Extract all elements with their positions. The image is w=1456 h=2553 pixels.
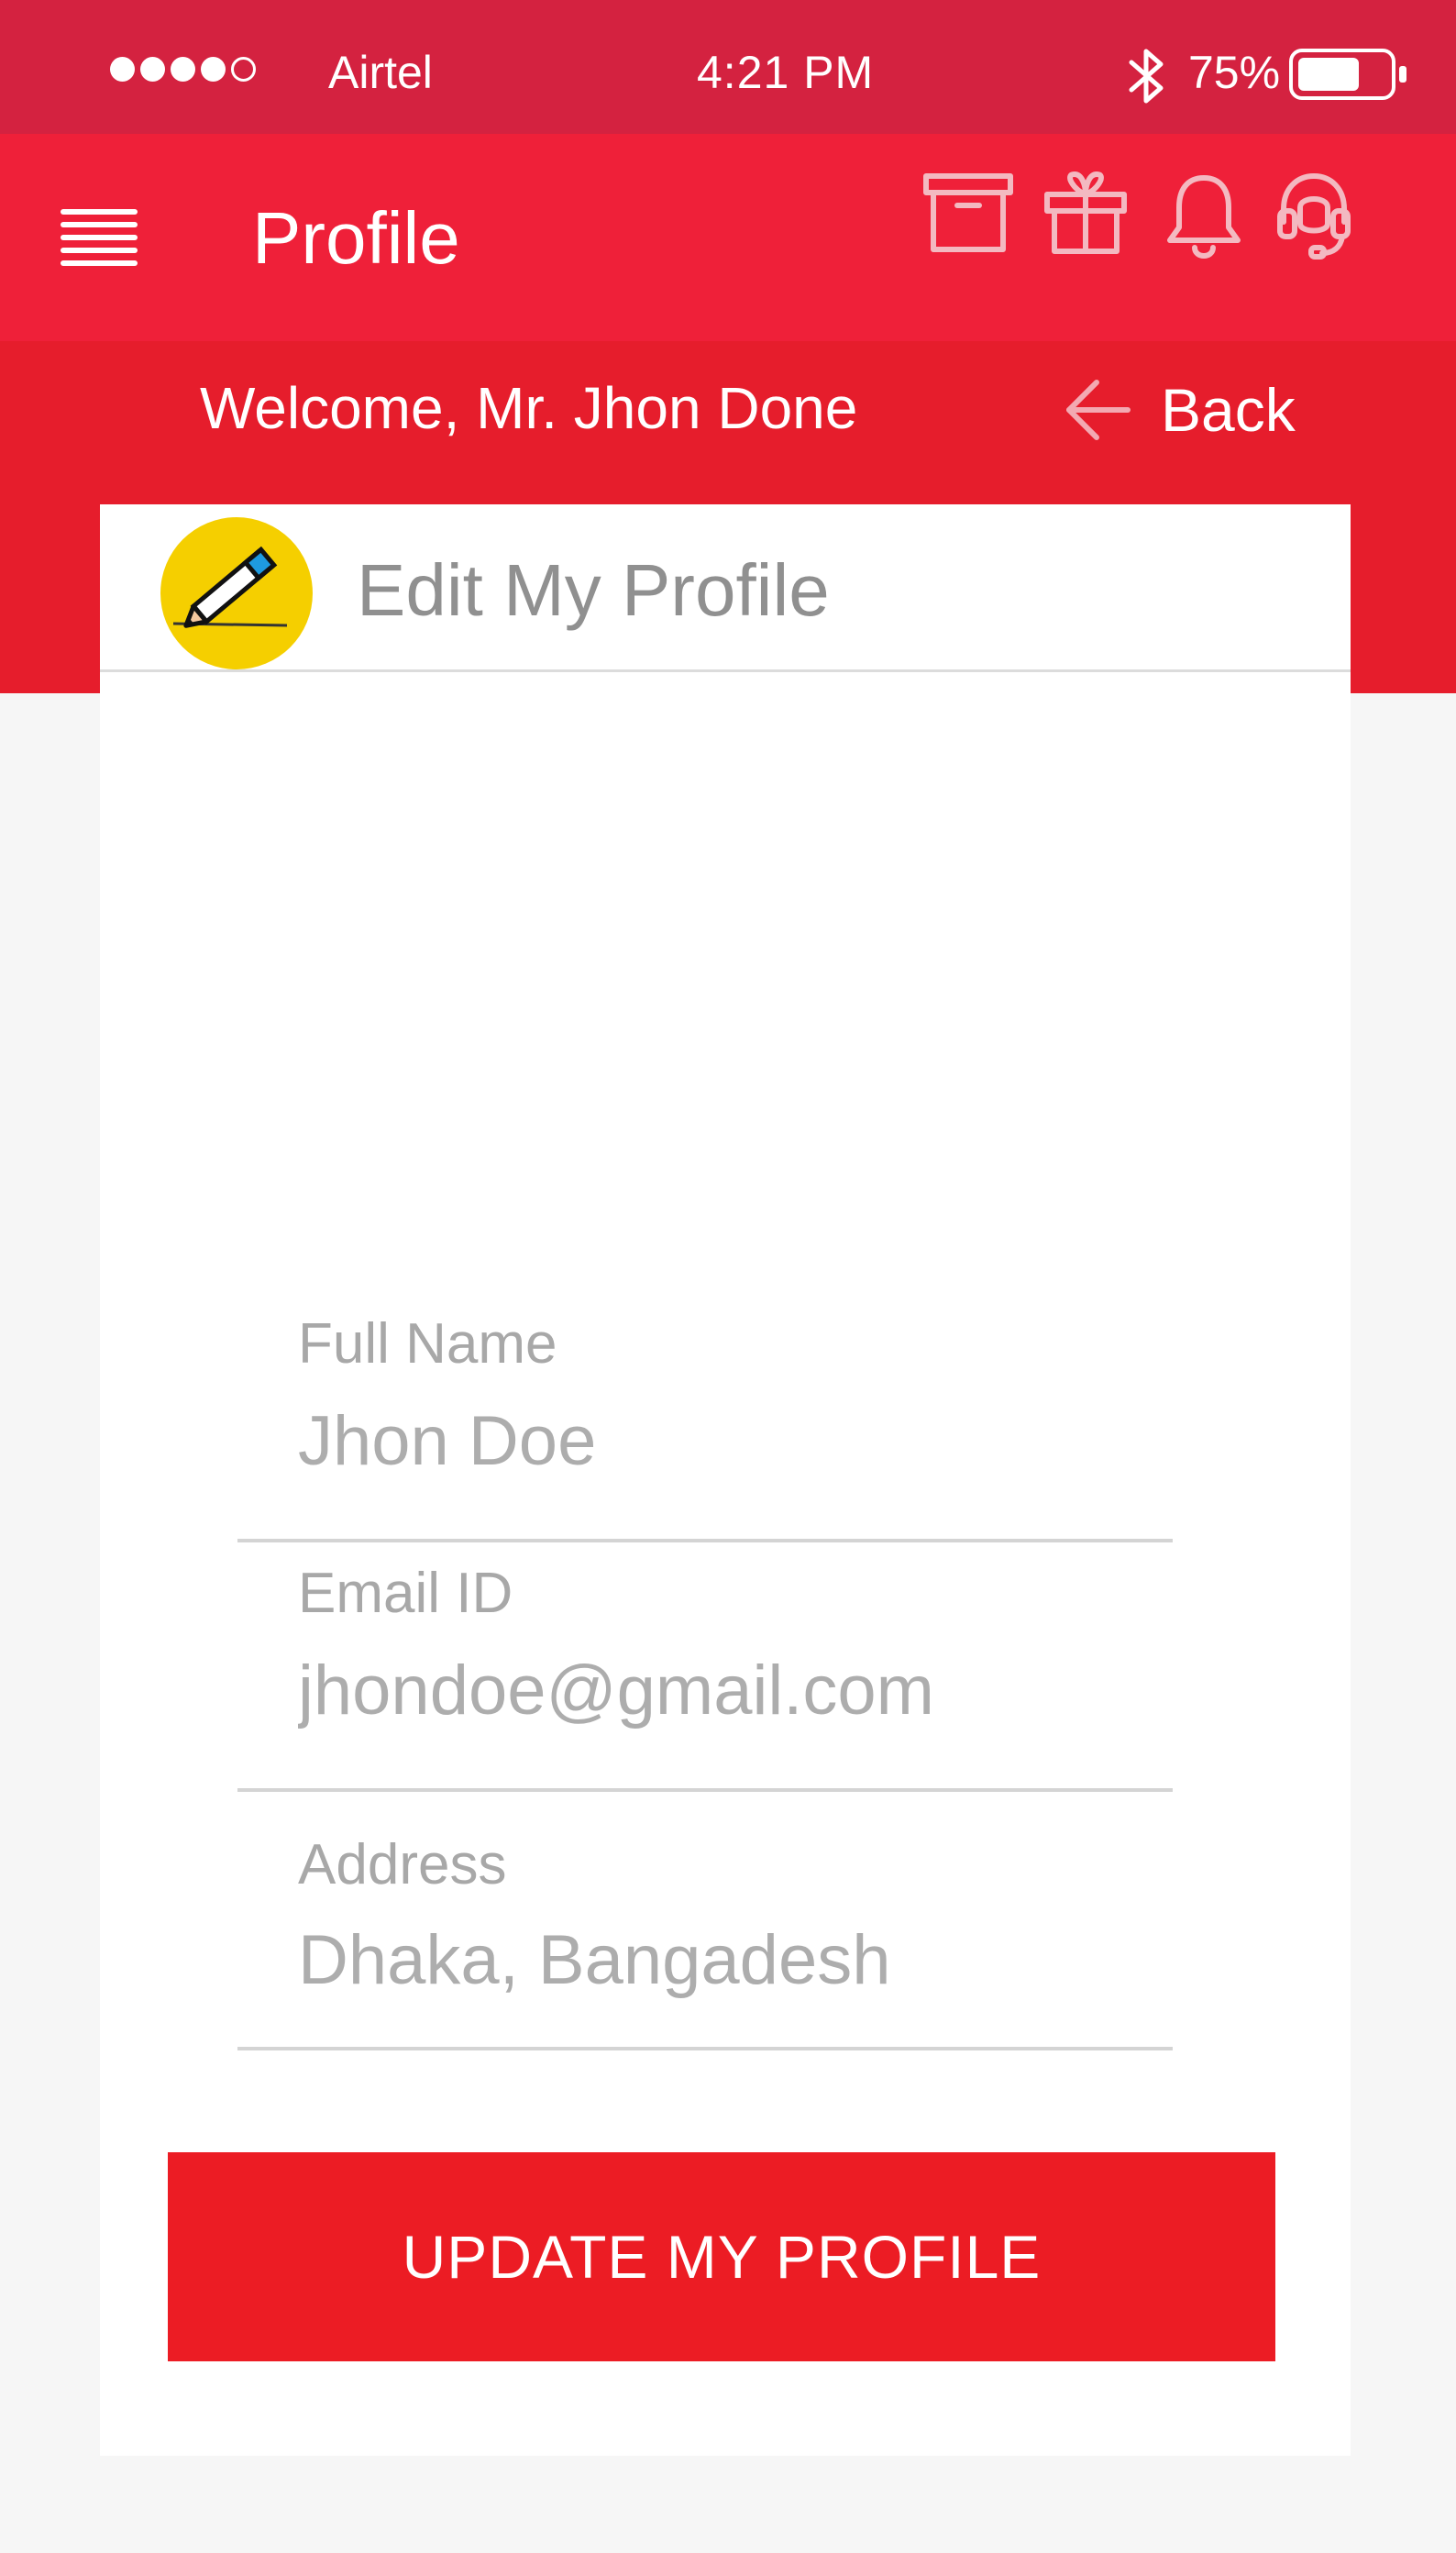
gift-icon[interactable] xyxy=(1043,171,1128,255)
bluetooth-icon xyxy=(1129,49,1164,104)
signal-strength-icon xyxy=(110,57,256,82)
archive-box-icon[interactable] xyxy=(922,171,1014,255)
edit-profile-card: Edit My Profile Full Name Email ID Addre… xyxy=(100,504,1351,2456)
arrow-left-icon xyxy=(1066,380,1131,440)
address-input[interactable] xyxy=(298,1920,1160,2000)
full-name-input[interactable] xyxy=(298,1401,1160,1481)
back-button[interactable]: Back xyxy=(1064,369,1296,451)
email-label: Email ID xyxy=(298,1562,513,1625)
bell-icon[interactable] xyxy=(1164,171,1243,262)
menu-icon[interactable] xyxy=(61,207,138,268)
email-input[interactable] xyxy=(298,1651,1160,1730)
headset-support-icon[interactable] xyxy=(1274,171,1353,262)
welcome-text: Welcome, Mr. Jhon Done xyxy=(200,375,858,441)
update-profile-button[interactable]: UPDATE MY PROFILE xyxy=(168,2152,1275,2361)
address-field: Address xyxy=(237,1832,1173,2050)
full-name-label: Full Name xyxy=(298,1312,557,1376)
status-bar: Airtel 4:21 PM 75% xyxy=(0,0,1456,134)
app-bar: Profile xyxy=(0,134,1456,341)
battery-icon xyxy=(1289,49,1406,100)
address-label: Address xyxy=(298,1833,507,1896)
email-field: Email ID xyxy=(237,1561,1173,1792)
full-name-field: Full Name xyxy=(237,1311,1173,1542)
pencil-edit-icon xyxy=(160,517,313,669)
page-title: Profile xyxy=(252,197,460,279)
card-header: Edit My Profile xyxy=(100,504,1351,672)
battery-percentage: 75% xyxy=(1188,47,1281,98)
status-time: 4:21 PM xyxy=(697,47,875,98)
carrier-name: Airtel xyxy=(328,47,433,98)
back-label: Back xyxy=(1161,376,1296,444)
card-title: Edit My Profile xyxy=(357,549,830,631)
